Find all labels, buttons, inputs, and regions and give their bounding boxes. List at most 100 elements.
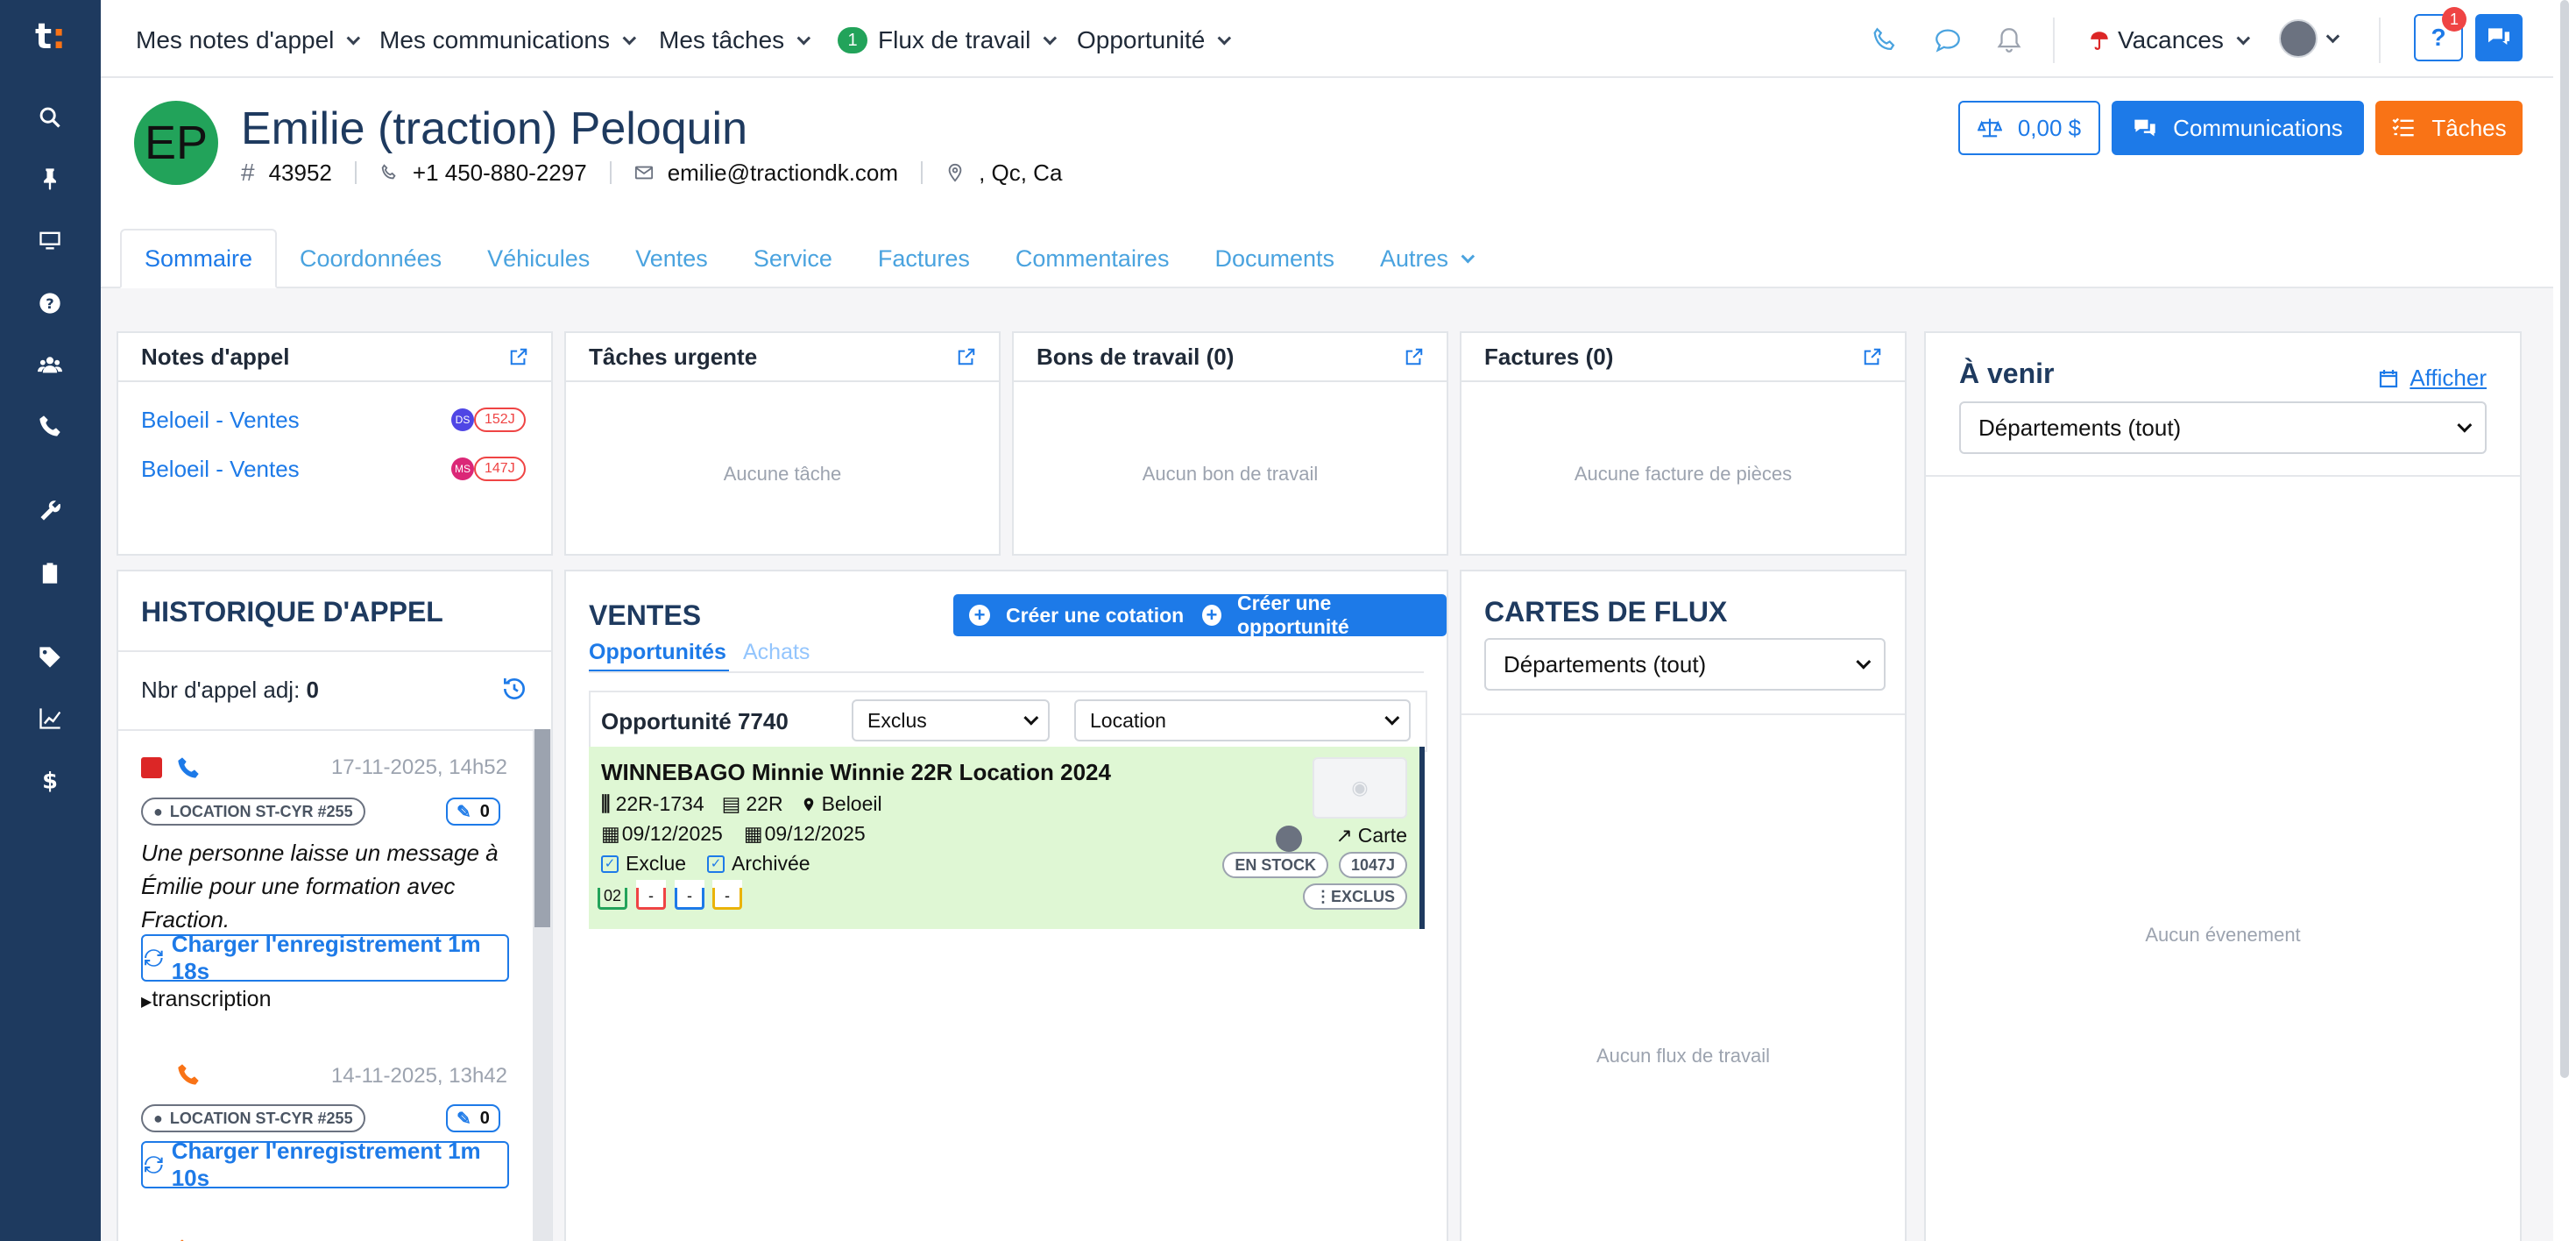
tab-autres[interactable]: Autres [1357,229,1493,288]
dollar-icon[interactable]: $ [32,762,67,798]
unit-name[interactable]: WINNEBAGO Minnie Winnie 22R Location 202… [601,759,1111,786]
type-filter-select[interactable]: Location [1074,699,1411,741]
calendar-badge[interactable]: - [636,880,666,910]
wrench-icon[interactable] [32,493,67,528]
workflow-department-select[interactable]: Départements (tout) [1484,638,1886,691]
monitor-icon[interactable] [32,223,67,258]
balance-button[interactable]: 0,00 $ [1958,101,2100,155]
bell-icon[interactable] [1990,21,2028,60]
contact-header: EP Emilie (traction) Peloquin #43952 +1 … [101,78,2576,288]
vacation-menu[interactable]: Vacances [2088,23,2250,58]
tab-factures[interactable]: Factures [855,229,993,288]
user-avatar[interactable] [2279,19,2318,58]
nav-opportunite[interactable]: Opportunité [1077,23,1232,58]
calendar-badge[interactable]: - [675,880,704,910]
unit-flags: ✓ Exclue ✓ Archivée [601,852,810,876]
help-icon[interactable]: ? [32,286,67,321]
communications-button[interactable]: Communications [2112,101,2364,155]
nav-mes-notes[interactable]: Mes notes d'appel [136,23,361,58]
external-link-icon[interactable] [1405,347,1424,366]
scroll-thumb[interactable] [2560,0,2569,1078]
load-recording-button[interactable]: Charger l'enregistrement 1m 10s [141,1138,509,1191]
scale-icon [1977,118,2002,138]
tab-sommaire[interactable]: Sommaire [120,229,278,288]
upcoming-empty: Aucun évenement [2145,924,2301,946]
archivee-label: Archivée [732,852,810,875]
carte-label: Carte [1357,824,1407,847]
invoices-card: Factures (0) Aucune facture de pièces [1460,331,1907,556]
calendar-badge[interactable]: 02 [598,880,627,910]
call-history-scrollbar[interactable] [533,729,552,1241]
phone-icon[interactable] [1865,21,1904,60]
refresh-icon [145,1156,163,1174]
search-icon[interactable] [32,100,67,135]
chevron-down-icon[interactable] [2325,29,2340,44]
divider [2053,18,2055,63]
nav-mes-communications[interactable]: Mes communications [379,23,637,58]
exclue-checkbox[interactable]: ✓ [601,855,619,873]
tag-icon[interactable] [32,640,67,675]
create-opportunity-button[interactable]: + Créer une opportunité [1186,592,1447,638]
upcoming-department-select[interactable]: Départements (tout) [1959,401,2487,454]
load-recording-button[interactable]: Charger l'enregistrement 1m 18s [141,931,509,984]
location-pill: ● LOCATION ST-CYR #255 [141,1104,365,1132]
tab-documents[interactable]: Documents [1192,229,1357,288]
tab-achats[interactable]: Achats [743,640,810,665]
external-link-icon[interactable] [1863,347,1882,366]
phone-icon [178,757,199,778]
notes-card-header: Notes d'appel [118,333,551,382]
clipboard-icon[interactable] [32,556,67,591]
taches-label: Tâches [2431,114,2507,141]
chart-icon[interactable] [32,701,67,736]
user-initials-badge: MS [451,457,474,480]
nav-flux-de-travail[interactable]: 1 Flux de travail [838,23,1058,58]
taches-button[interactable]: Tâches [2375,101,2523,155]
phone-icon[interactable] [32,408,67,443]
edit-icon: ✎ [456,1109,471,1129]
bons-card-header: Bons de travail (0) [1014,333,1447,382]
salesperson-avatar [1276,826,1302,852]
map-pin-icon [948,163,962,182]
select-value: Exclus [867,708,927,732]
edit-count-pill[interactable]: ✎ 0 [446,1104,500,1132]
users-icon[interactable] [32,347,67,382]
tab-commentaires[interactable]: Commentaires [993,229,1192,288]
tab-ventes[interactable]: Ventes [612,229,731,288]
pin-icon[interactable] [32,161,67,196]
chat-icon[interactable] [1928,21,1967,60]
stock-status-badge: EN STOCK [1222,852,1328,878]
tab-coordonnees[interactable]: Coordonnées [277,229,464,288]
app-logo[interactable]: t: [35,19,70,56]
afficher-link[interactable]: Afficher [2378,365,2487,392]
external-link-icon[interactable] [957,347,976,366]
transcription-toggle[interactable]: ▶transcription [141,987,271,1012]
urgent-empty: Aucune tâche [723,463,842,485]
create-opportunity-label: Créer une opportunité [1236,592,1349,638]
create-quote-button[interactable]: + Créer une cotation [953,594,1200,636]
messages-button[interactable] [2475,14,2523,61]
archivee-checkbox[interactable]: ✓ [707,855,725,873]
tab-vehicules[interactable]: Véhicules [464,229,612,288]
opportunity-title[interactable]: Opportunité 7740 [601,708,789,735]
carte-link[interactable]: ↗ Carte [1335,824,1407,847]
svg-text:$: $ [42,768,58,792]
nav-mes-taches[interactable]: Mes tâches [659,23,811,58]
calendar-badge[interactable]: - [712,880,742,910]
external-link-icon[interactable] [509,347,528,366]
edit-count-pill[interactable]: ✎ 0 [446,798,500,826]
sidebar: t: ? $ [0,0,101,1241]
chevron-down-icon [2457,417,2473,433]
note-link[interactable]: Beloeil - Ventes [141,456,300,483]
tab-opportunites[interactable]: Opportunités [589,640,726,665]
scroll-thumb[interactable] [534,729,550,927]
note-link[interactable]: Beloeil - Ventes [141,407,300,434]
contact-email[interactable]: emilie@tractiondk.com [634,160,898,187]
hash-icon: # [241,159,255,186]
contact-phone[interactable]: +1 450-880-2297 [379,160,587,187]
history-icon[interactable] [500,675,528,703]
page-scrollbar[interactable] [2553,0,2576,1241]
chevron-down-icon [1461,249,1476,263]
tab-service[interactable]: Service [731,229,855,288]
camera-icon[interactable]: ◉ [1313,757,1407,819]
status-filter-select[interactable]: Exclus [852,699,1050,741]
